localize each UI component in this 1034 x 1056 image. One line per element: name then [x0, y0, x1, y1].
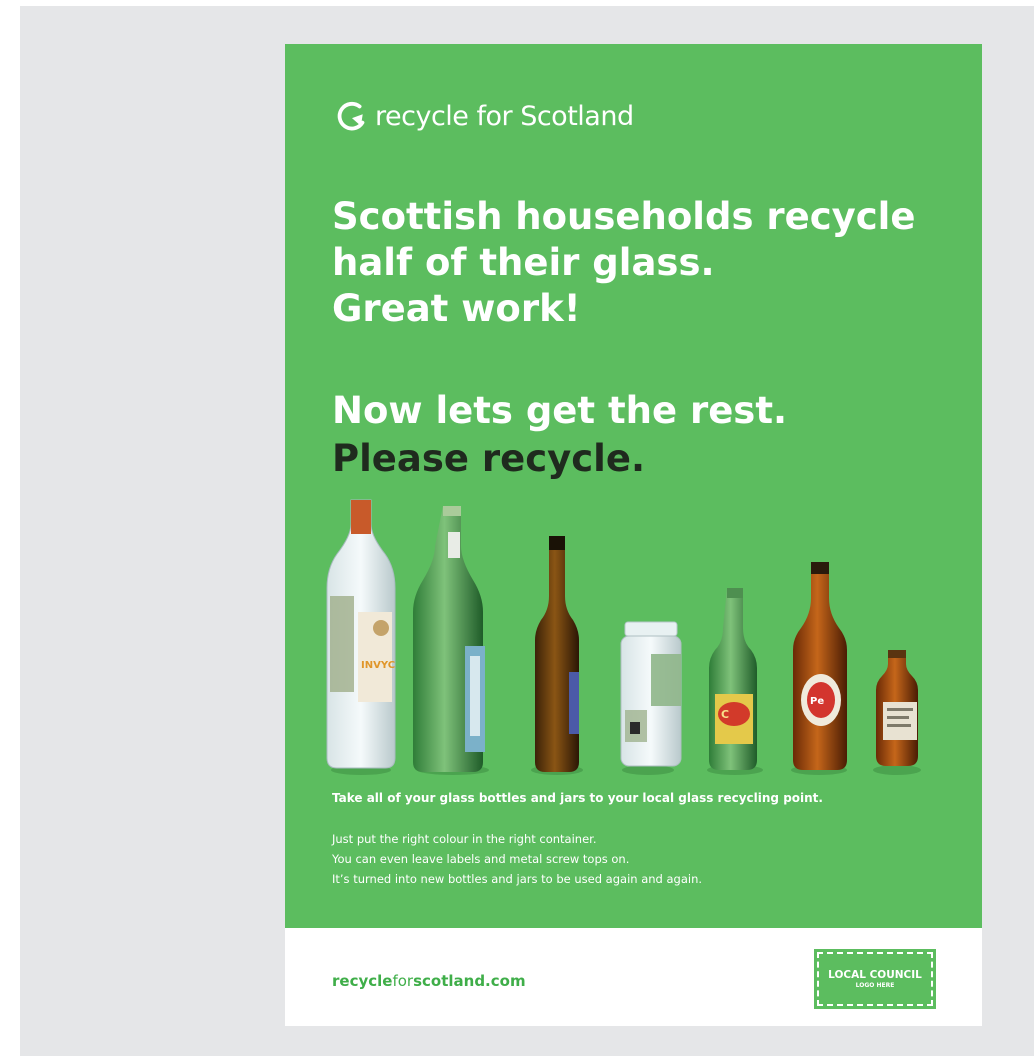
- url-part-scotland: scotland.com: [413, 972, 526, 990]
- instructions-heading: Take all of your glass bottles and jars …: [332, 791, 823, 805]
- clear-bottle-label-text: INVYC: [361, 660, 395, 671]
- headline-line-2: half of their glass.: [332, 241, 715, 284]
- poster-green-panel: recycle for Scotland Scottish households…: [285, 44, 982, 928]
- council-title: LOCAL COUNCIL: [828, 968, 922, 981]
- instruction-line-2: You can even leave labels and metal scre…: [332, 852, 630, 866]
- callout-line-2: Please recycle.: [332, 437, 646, 480]
- instruction-line-3: It’s turned into new bottles and jars to…: [332, 872, 703, 886]
- brown-beer-bottle: Pe: [793, 562, 847, 770]
- clear-wine-bottle: INVYC: [326, 499, 396, 769]
- council-subtitle: LOGO HERE: [855, 981, 895, 989]
- callout-line-1: Now lets get the rest.: [332, 389, 788, 432]
- green-bottle-label-text: C: [721, 708, 729, 721]
- brand-logo: recycle for Scotland: [333, 94, 634, 138]
- small-brown-bottle: [876, 650, 918, 766]
- poster: recycle for Scotland Scottish households…: [285, 44, 982, 1026]
- clear-jar: [620, 621, 682, 767]
- headline-line-1: Scottish households recycle: [332, 195, 916, 238]
- recycle-arrow-icon: [337, 101, 365, 131]
- green-beer-bottle: C: [709, 588, 757, 770]
- headline: Scottish households recycle half of thei…: [332, 194, 972, 332]
- green-wine-bottle: [413, 506, 485, 772]
- url-part-for: for: [392, 972, 414, 990]
- brown-sauce-bottle: [535, 536, 579, 772]
- website-url[interactable]: recycleforscotland.com: [332, 972, 526, 990]
- headline-line-3: Great work!: [332, 287, 581, 330]
- bottles-illustration: INVYC C Pe: [326, 499, 921, 775]
- brown-bottle-label-text: Pe: [810, 696, 824, 707]
- instruction-line-1: Just put the right colour in the right c…: [332, 832, 597, 846]
- instructions-list: Just put the right colour in the right c…: [332, 829, 702, 889]
- page-frame: recycle for Scotland Scottish households…: [0, 0, 1034, 1056]
- url-part-recycle: recycle: [332, 972, 393, 990]
- council-logo-placeholder: LOCAL COUNCIL LOGO HERE: [814, 949, 936, 1009]
- brand-name: recycle for Scotland: [375, 100, 634, 132]
